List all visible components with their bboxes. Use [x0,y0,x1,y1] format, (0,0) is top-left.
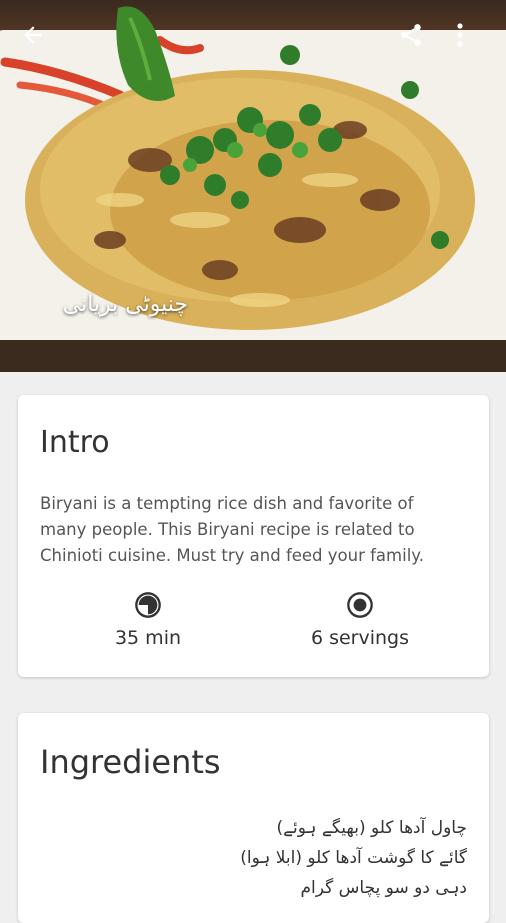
ingredients-list: چاول آدھا کلو (بھیگے ہوئے) گائے کا گوشت … [240,813,467,903]
cook-time: 35 min [78,591,218,649]
intro-title: Intro [40,425,110,460]
list-item: چاول آدھا کلو (بھیگے ہوئے) [276,818,467,838]
dish-name: چنیوٹی بریانی [62,292,188,317]
servings-icon [347,592,373,618]
share-icon [401,24,421,46]
ingredients-card: Ingredients چاول آدھا کلو (بھیگے ہوئے) گ… [18,713,489,923]
overflow-menu-button[interactable] [456,22,496,62]
intro-card: Intro Biryani is a tempting rice dish an… [18,395,489,677]
arrow-back-icon [24,26,42,44]
servings: 6 servings [290,591,430,649]
recipe-hero-image: چنیوٹی بریانی [0,0,506,372]
intro-description: Biryani is a tempting rice dish and favo… [40,494,424,565]
servings-value: 6 servings [310,627,410,649]
more-vert-icon [457,23,463,47]
share-button[interactable] [398,22,438,62]
timer-icon [135,592,161,618]
list-item: دہی دو سو پچاس گرام [300,878,467,898]
list-item: گائے کا گوشت آدھا کلو (ابلا ہوا) [240,848,467,868]
cook-time-value: 35 min [114,627,182,649]
ingredients-title: Ingredients [40,743,221,781]
back-button[interactable] [20,22,60,62]
